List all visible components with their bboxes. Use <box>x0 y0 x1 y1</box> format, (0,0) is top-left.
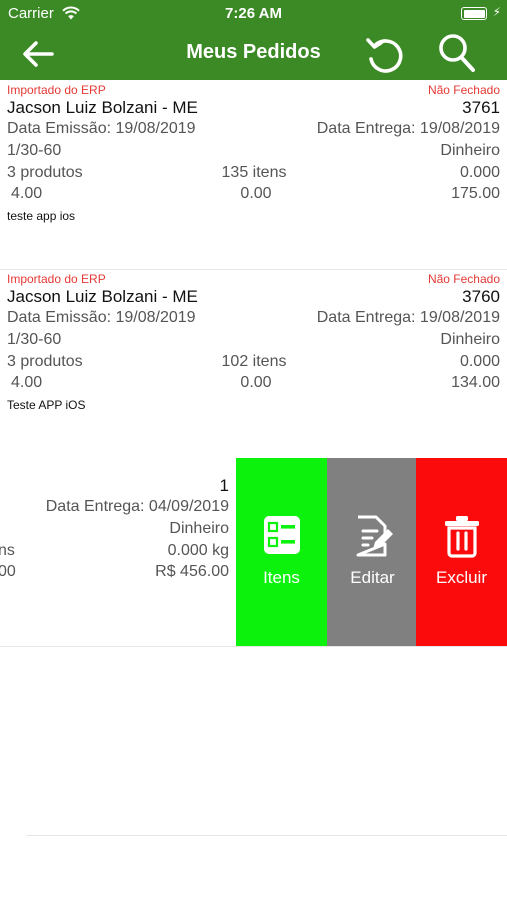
order-number: 1 <box>219 476 229 495</box>
status-time: 7:26 AM <box>225 5 282 22</box>
refresh-icon[interactable] <box>362 32 408 78</box>
search-icon[interactable] <box>437 32 477 74</box>
products-count: 3 produtos <box>7 353 83 370</box>
swiped-order-content[interactable]: 1 Data Entrega: 04/09/2019 Dinheiro ns 0… <box>0 458 236 646</box>
order-card[interactable]: Importado do ERP Não Fechado Jacson Luiz… <box>0 269 507 459</box>
status-bar: Carrier 7:26 AM ⚡ <box>0 0 507 28</box>
itens-action-button[interactable]: Itens <box>236 458 327 646</box>
value-partial: 00 <box>0 563 16 580</box>
itens-action-label: Itens <box>263 568 300 587</box>
edit-document-icon <box>356 515 393 557</box>
charging-icon: ⚡ <box>492 5 501 19</box>
delivery-date: Data Entrega: 04/09/2019 <box>45 498 229 515</box>
client-name: Jacson Luiz Bolzani - ME <box>7 287 198 306</box>
weight-value: 0.000 <box>459 164 500 181</box>
value-one: 4.00 <box>11 374 43 391</box>
order-total: R$ 456.00 <box>155 563 229 580</box>
excluir-action-label: Excluir <box>435 568 487 587</box>
swiped-order-row[interactable]: 1 Data Entrega: 04/09/2019 Dinheiro ns 0… <box>0 458 507 647</box>
page-title: Meus Pedidos <box>186 41 321 63</box>
items-count-partial: ns <box>0 542 15 559</box>
order-note: Teste APP iOS <box>7 398 86 412</box>
value-two: 0.00 <box>240 185 272 202</box>
navigation-bar: Meus Pedidos <box>0 28 507 80</box>
payment-method: Dinheiro <box>440 142 500 159</box>
editar-action-label: Editar <box>350 568 395 587</box>
weight-value: 0.000 <box>459 353 500 370</box>
items-count: 102 itens <box>221 353 287 370</box>
trash-icon <box>445 516 479 558</box>
delivery-date: Data Entrega: 19/08/2019 <box>316 120 500 137</box>
order-total: 134.00 <box>451 374 500 391</box>
order-number: 3760 <box>462 287 500 306</box>
status-label: Não Fechado <box>427 83 500 97</box>
order-note: teste app ios <box>7 209 76 223</box>
battery-icon <box>461 7 487 20</box>
list-icon <box>264 516 300 554</box>
emission-date: Data Emissão: 19/08/2019 <box>7 120 196 137</box>
status-label: Não Fechado <box>427 272 500 286</box>
value-two: 0.00 <box>240 374 272 391</box>
client-name: Jacson Luiz Bolzani - ME <box>7 98 198 117</box>
origin-label: Importado do ERP <box>7 83 106 97</box>
weight-value: 0.000 kg <box>167 542 229 559</box>
payment-terms: 1/30-60 <box>7 142 62 159</box>
order-card[interactable]: Importado do ERP Não Fechado Jacson Luiz… <box>0 80 507 270</box>
excluir-action-button[interactable]: Excluir <box>416 458 507 646</box>
payment-method: Dinheiro <box>440 331 500 348</box>
order-total: 175.00 <box>451 185 500 202</box>
delivery-date: Data Entrega: 19/08/2019 <box>316 309 500 326</box>
products-count: 3 produtos <box>7 164 83 181</box>
editar-action-button[interactable]: Editar <box>327 458 418 646</box>
order-number: 3761 <box>462 98 500 117</box>
list-separator <box>26 835 507 836</box>
payment-method: Dinheiro <box>169 520 229 537</box>
value-one: 4.00 <box>11 185 43 202</box>
items-count: 135 itens <box>221 164 287 181</box>
origin-label: Importado do ERP <box>7 272 106 286</box>
emission-date: Data Emissão: 19/08/2019 <box>7 309 196 326</box>
payment-terms: 1/30-60 <box>7 331 62 348</box>
